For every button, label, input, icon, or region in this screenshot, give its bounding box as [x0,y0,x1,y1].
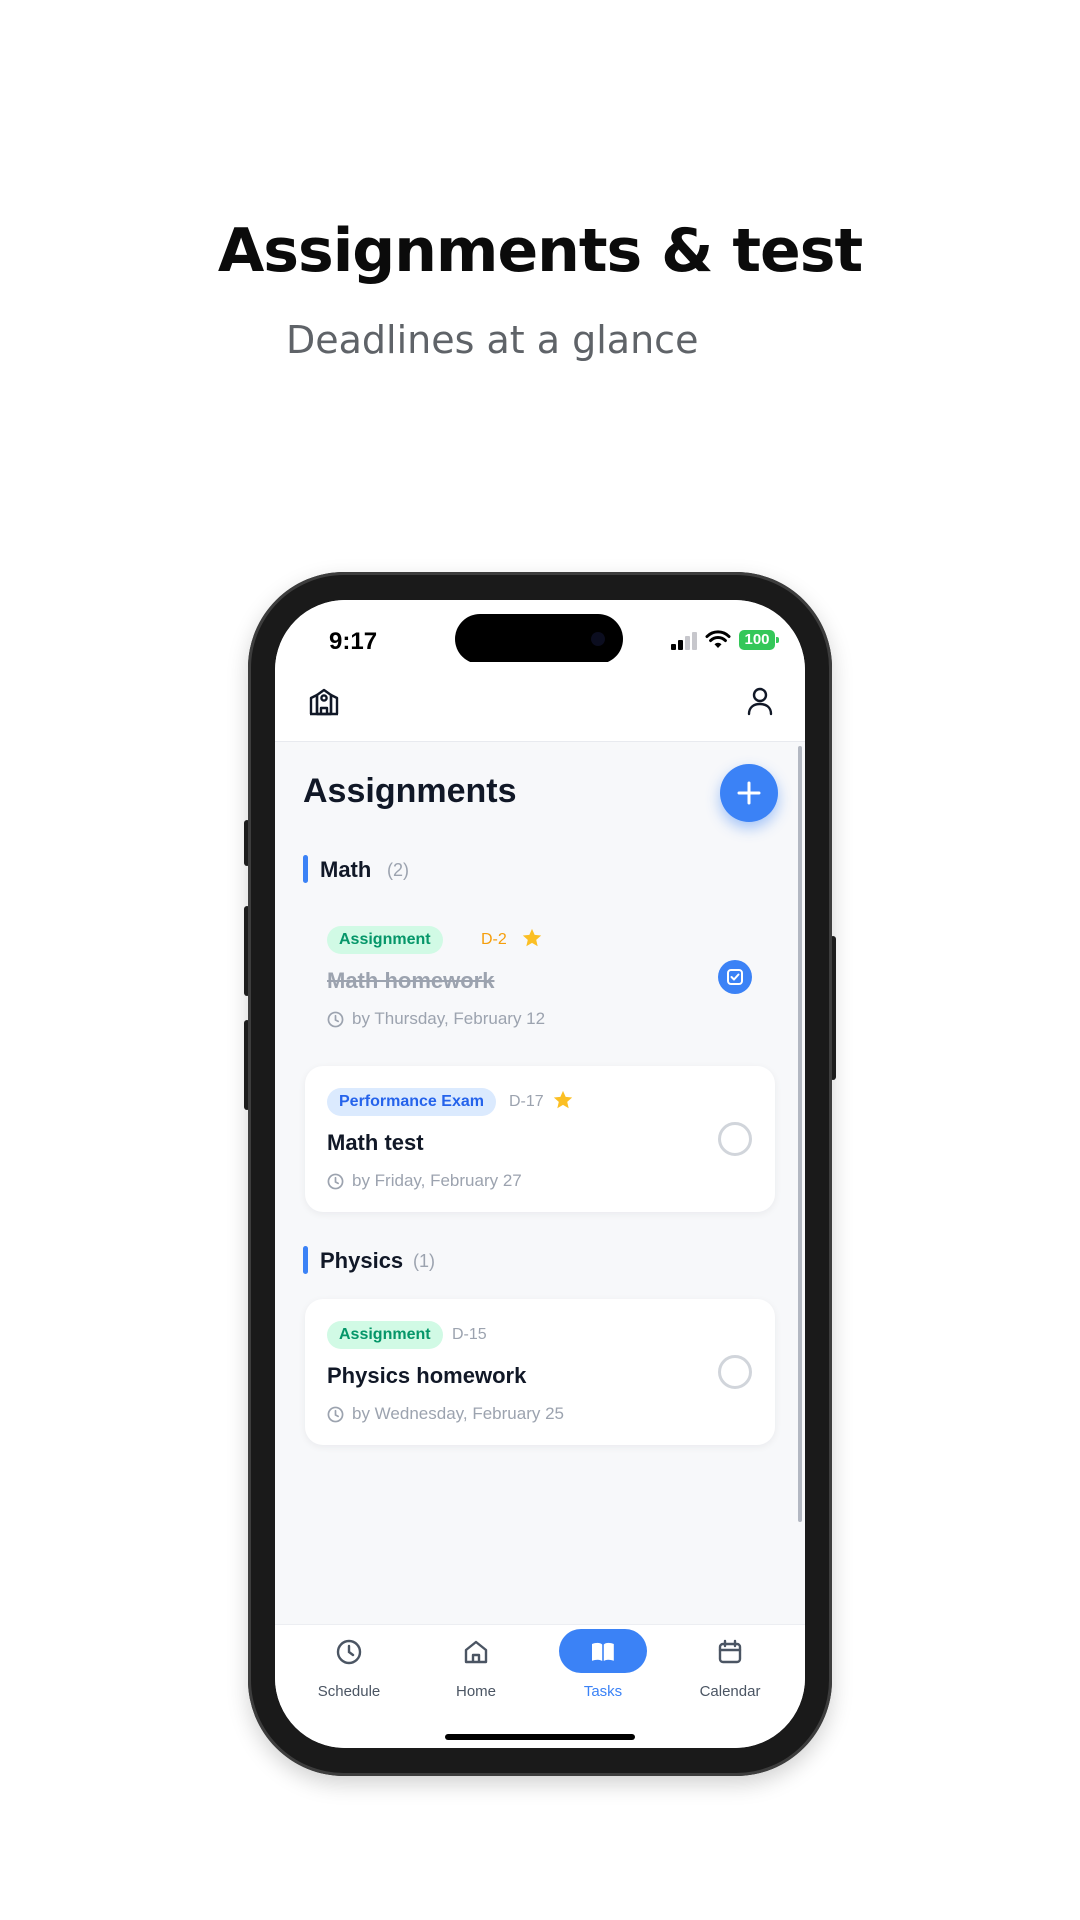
section-name: Physics [320,1248,404,1273]
section-count: (1) [413,1251,435,1271]
promo-title: Assignments & test [217,216,863,286]
tab-label: Tasks [583,1683,623,1700]
home-indicator [445,1734,635,1740]
camera-dot [591,632,605,646]
tab-schedule[interactable]: Schedule [289,1625,409,1715]
tab-label: Schedule [317,1683,381,1700]
battery-indicator: 100 [739,630,779,650]
clock-icon [327,1173,344,1190]
section-count: (2) [387,860,409,880]
clock-icon [336,1639,362,1665]
tab-label: Home [455,1683,496,1700]
tab-label: Calendar [699,1683,761,1700]
task-title: Math test [327,1130,424,1155]
home-icon [464,1640,488,1664]
task-card-math-test[interactable]: Performance Exam D-17 Math test by Frida… [305,1066,775,1212]
complete-checkbox[interactable] [718,1355,752,1389]
section-accent-bar [303,1246,308,1274]
book-icon [592,1642,614,1661]
star-icon[interactable] [521,927,543,949]
task-type-badge: Assignment [327,1321,443,1349]
tab-home[interactable]: Home [416,1625,536,1715]
app-header [275,662,805,742]
dday-label: D-17 [509,1093,544,1110]
task-title: Physics homework [327,1363,527,1388]
tab-calendar[interactable]: Calendar [670,1625,790,1715]
task-type-badge: Assignment [327,926,443,954]
profile-icon[interactable] [743,684,777,718]
plus-icon [737,781,761,805]
phone-screen: 9:17 100 Assignments Math (2) Assignment… [275,600,805,1748]
status-time: 9:17 [329,628,378,655]
dynamic-island [455,614,623,664]
page-title: Assignments [303,772,517,810]
section-name: Math [320,857,372,882]
add-task-button[interactable] [720,764,778,822]
dday-label: D-15 [452,1326,487,1343]
dday-label: D-2 [481,931,507,948]
clock-icon [327,1406,344,1423]
signal-icon [671,632,697,650]
section-header-math: Math (2) [303,854,503,884]
checked-icon [727,969,743,985]
scrollbar[interactable] [798,746,802,1522]
due-date: by Wednesday, February 25 [352,1404,564,1423]
complete-checkbox[interactable] [718,960,752,994]
star-icon[interactable] [552,1089,574,1111]
school-icon[interactable] [307,684,341,718]
tab-tasks[interactable]: Tasks [543,1625,663,1715]
task-card-physics-homework[interactable]: Assignment D-15 Physics homework by Wedn… [305,1299,775,1445]
section-accent-bar [303,855,308,883]
due-date: by Thursday, February 12 [352,1009,546,1028]
promo-subtitle: Deadlines at a glance [286,318,699,362]
task-title: Math homework [327,968,495,993]
clock-icon [327,1011,344,1028]
due-date: by Friday, February 27 [352,1171,522,1190]
section-header-physics: Physics (1) [303,1245,503,1275]
complete-checkbox[interactable] [718,1122,752,1156]
task-card-math-homework[interactable]: Assignment D-2 Math homework by Thursday… [305,904,775,1050]
task-type-badge: Performance Exam [327,1088,496,1116]
bottom-tab-bar: Schedule Home Tasks Calendar [275,1624,805,1748]
wifi-icon [705,630,731,648]
calendar-icon [718,1639,742,1664]
